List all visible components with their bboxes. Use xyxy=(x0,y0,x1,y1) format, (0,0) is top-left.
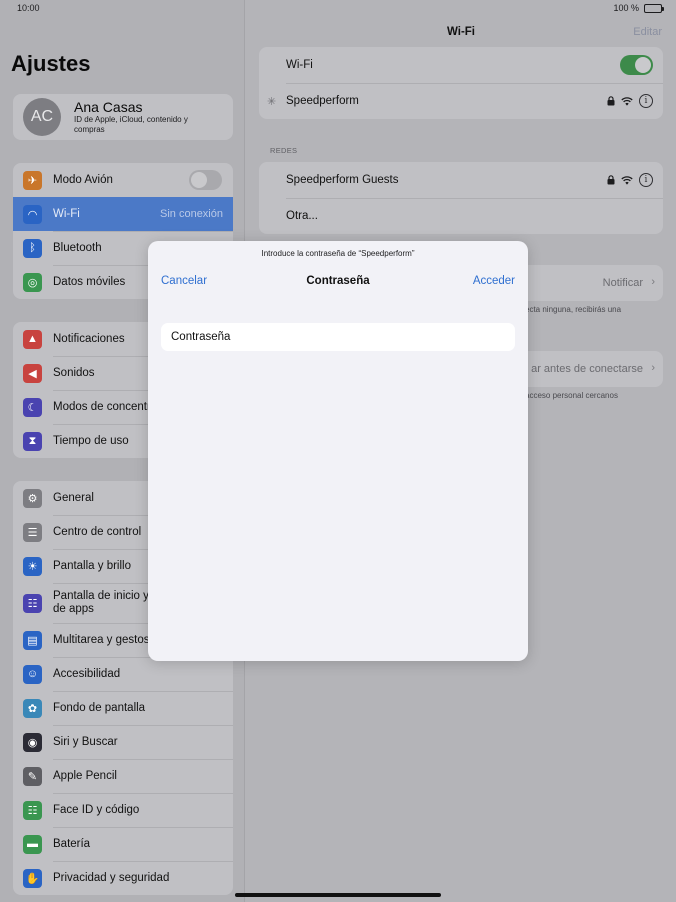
ask-to-join-footnote: ecta ninguna, recibirás una xyxy=(525,305,622,314)
info-icon[interactable]: i xyxy=(639,94,653,108)
sidebar-item-label: Bluetooth xyxy=(53,242,102,254)
chevron-right-icon: › xyxy=(651,276,655,288)
auto-join-hotspot-footnote: acceso personal cercanos xyxy=(525,391,618,400)
cancel-button[interactable]: Cancelar xyxy=(161,275,207,287)
loading-spinner-icon: ✳ xyxy=(267,95,277,108)
pencil-icon: ✎ xyxy=(23,766,42,786)
sidebar-item-modo-avion[interactable]: ✈ Modo Avión xyxy=(13,163,233,197)
sidebar-item-label: Multitarea y gestos xyxy=(53,634,150,646)
bluetooth-icon: ᛒ xyxy=(23,238,42,258)
status-time: 10:00 xyxy=(17,3,40,13)
sidebar-item-wi-fi[interactable]: ◠ Wi-Fi Sin conexión xyxy=(13,197,233,231)
wifi-signal-icon xyxy=(621,96,633,106)
sidebar-item-label: Tiempo de uso xyxy=(53,435,129,447)
sidebar-item-label: Fondo de pantalla xyxy=(53,702,146,714)
password-dialog: Introduce la contraseña de “Speedperform… xyxy=(148,241,528,661)
edit-button[interactable]: Editar xyxy=(633,26,662,38)
sidebar-item-label: Batería xyxy=(53,838,91,850)
chevron-right-icon: › xyxy=(651,362,655,374)
info-icon[interactable]: i xyxy=(639,173,653,187)
lock-icon xyxy=(607,175,615,185)
ask-to-join-value: Notificar xyxy=(602,277,643,289)
status-right: 100 % xyxy=(613,3,664,13)
other-network-label: Otra... xyxy=(286,210,318,222)
sidebar-item-label: Pantalla de inicio y de apps xyxy=(53,590,149,615)
avatar: AC xyxy=(23,98,61,136)
flower-icon: ✿ xyxy=(23,698,42,718)
wifi-icon: ◠ xyxy=(23,204,42,224)
hand-icon: ✋ xyxy=(23,868,42,888)
wifi-toggle[interactable] xyxy=(620,55,653,75)
sidebar-item-label: Siri y Buscar xyxy=(53,736,118,748)
speaker-icon: ◀ xyxy=(23,363,42,383)
battery-status-icon xyxy=(644,3,664,13)
networks-header: REDES xyxy=(270,146,298,155)
sun-icon: ☀ xyxy=(23,556,42,576)
sidebar-item-label: Accesibilidad xyxy=(53,668,121,680)
airplane-icon: ✈ xyxy=(23,170,42,190)
networks-group: Speedperform Guests i Otra... xyxy=(259,162,663,234)
grid-icon: ☷ xyxy=(23,593,42,613)
sidebar-item-privacidad-y-seguridad[interactable]: ✋ Privacidad y seguridad xyxy=(13,861,233,895)
sidebar-item-bateria[interactable]: ▬ Batería xyxy=(13,827,233,861)
hourglass-icon: ⧗ xyxy=(23,431,42,451)
wifi-toggle-label: Wi-Fi xyxy=(286,59,313,71)
nav-title: Wi-Fi xyxy=(447,26,475,38)
join-button[interactable]: Acceder xyxy=(473,275,515,287)
sidebar-title: Ajustes xyxy=(11,51,91,76)
sidebar-item-label: Apple Pencil xyxy=(53,770,117,782)
sidebar-item-label: Sonidos xyxy=(53,367,95,379)
profile-subtitle: ID de Apple, iCloud, contenido y compras xyxy=(74,115,188,134)
screen: 10:00 Ajustes AC Ana Casas ID de Apple, … xyxy=(0,0,676,902)
siri-icon: ◉ xyxy=(23,732,42,752)
wifi-signal-icon xyxy=(621,175,633,185)
sidebar-item-siri-y-buscar[interactable]: ◉ Siri y Buscar xyxy=(13,725,233,759)
current-network-row[interactable]: ✳ Speedperform i xyxy=(259,83,663,119)
home-indicator[interactable] xyxy=(235,893,441,897)
accessibility-icon: ☺ xyxy=(23,664,42,684)
network-row[interactable]: Speedperform Guests i xyxy=(259,162,663,198)
battery-icon: ▬ xyxy=(23,834,42,854)
sidebar-item-label: General xyxy=(53,492,94,504)
sidebar-item-label: Notificaciones xyxy=(53,333,125,345)
bell-icon: ▲ xyxy=(23,329,42,349)
password-prompt: Introduce la contraseña de “Speedperform… xyxy=(261,249,415,258)
sidebar-item-label: Centro de control xyxy=(53,526,142,538)
sidebar-item-label: Modo Avión xyxy=(53,174,113,186)
sidebar-item-fondo-de-pantalla[interactable]: ✿ Fondo de pantalla xyxy=(13,691,233,725)
profile-name: Ana Casas xyxy=(74,99,143,115)
sidebar-item-apple-pencil[interactable]: ✎ Apple Pencil xyxy=(13,759,233,793)
password-field-container xyxy=(161,323,515,351)
sidebar-item-label: Pantalla y brillo xyxy=(53,560,131,572)
gear-icon: ⚙ xyxy=(23,488,42,508)
current-network-name: Speedperform xyxy=(286,95,359,107)
multitask-icon: ▤ xyxy=(23,630,42,650)
airplane-mode-toggle[interactable] xyxy=(189,170,222,190)
wifi-current-group: Wi-Fi ✳ Speedperform i xyxy=(259,47,663,119)
antenna-icon: ◎ xyxy=(23,272,42,292)
moon-icon: ☾ xyxy=(23,397,42,417)
lock-icon xyxy=(607,96,615,106)
sidebar-item-face-id-y-codigo[interactable]: ☷ Face ID y código xyxy=(13,793,233,827)
wifi-status-value: Sin conexión xyxy=(160,208,223,220)
apple-id-profile[interactable]: AC Ana Casas ID de Apple, iCloud, conten… xyxy=(13,94,233,140)
sidebar-item-label: Privacidad y seguridad xyxy=(53,872,170,884)
other-network-row[interactable]: Otra... xyxy=(259,198,663,234)
password-input[interactable] xyxy=(171,331,515,343)
sidebar-item-accesibilidad[interactable]: ☺ Accesibilidad xyxy=(13,657,233,691)
faceid-icon: ☷ xyxy=(23,800,42,820)
switches-icon: ☰ xyxy=(23,522,42,542)
sidebar-item-label: Datos móviles xyxy=(53,276,126,288)
sidebar-item-label: Face ID y código xyxy=(53,804,140,816)
wifi-toggle-row: Wi-Fi xyxy=(259,47,663,83)
network-name: Speedperform Guests xyxy=(286,174,399,186)
sidebar-item-label: Wi-Fi xyxy=(53,208,80,220)
auto-join-hotspot-value: ar antes de conectarse xyxy=(531,363,643,375)
battery-percent: 100 % xyxy=(613,3,639,13)
